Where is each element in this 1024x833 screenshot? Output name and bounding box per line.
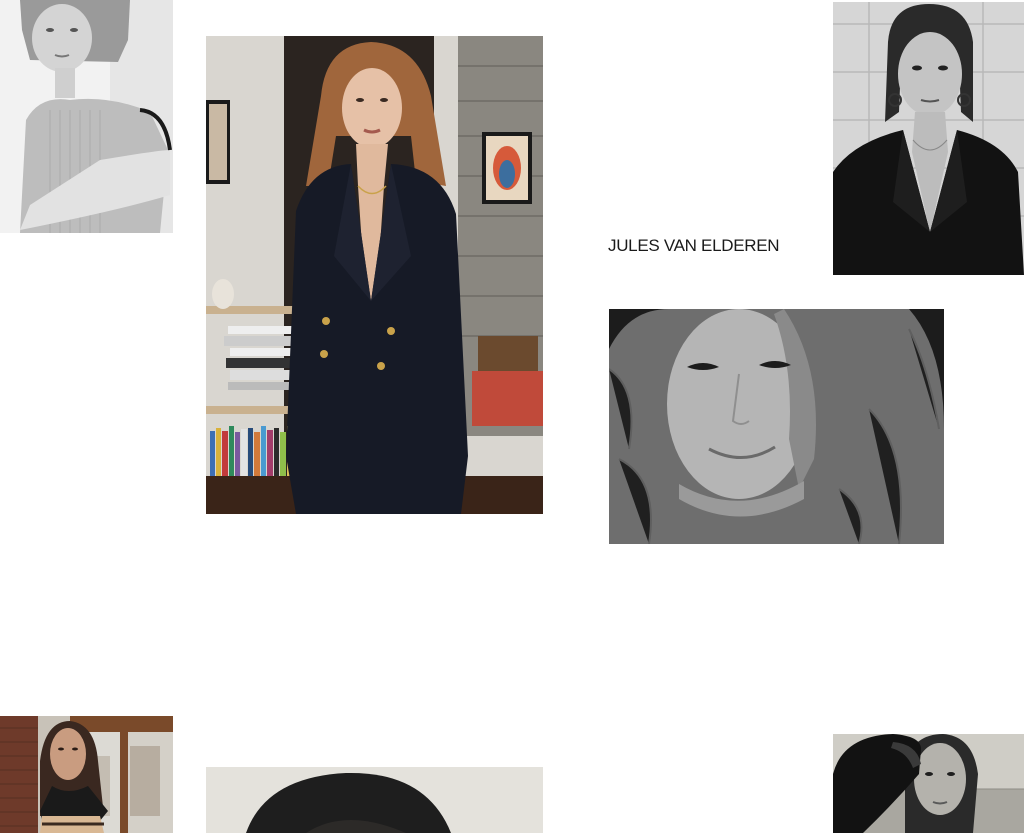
- portrait-photo-bw-sea: [833, 734, 1024, 833]
- gallery-photo-7[interactable]: [833, 734, 1024, 833]
- portrait-photo-dark-hair: [206, 767, 543, 833]
- portrait-photo-bw-sleeveless: [0, 0, 173, 233]
- gallery-photo-5[interactable]: [0, 716, 173, 833]
- gallery-photo-6[interactable]: [206, 767, 543, 833]
- gallery-photo-2[interactable]: [206, 36, 543, 514]
- gallery-photo-3[interactable]: [833, 2, 1024, 275]
- closeup-photo-bw-hood: [609, 309, 944, 544]
- portrait-photo-navy-suit: [206, 36, 543, 514]
- portrait-photo-bw-blazer: [833, 2, 1024, 275]
- gallery-photo-1[interactable]: [0, 0, 173, 233]
- gallery-photo-4[interactable]: [609, 309, 944, 544]
- portrait-photo-window: [0, 716, 173, 833]
- model-name-link[interactable]: JULES VAN ELDEREN: [608, 236, 780, 256]
